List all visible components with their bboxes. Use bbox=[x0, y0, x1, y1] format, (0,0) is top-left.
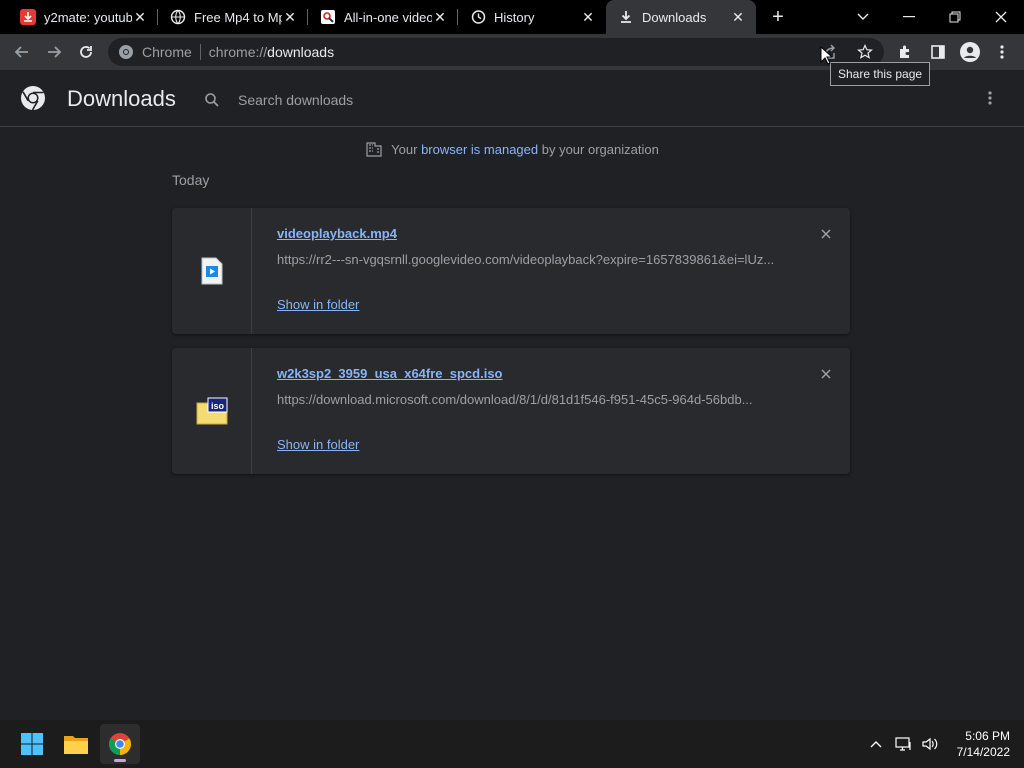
forward-button[interactable] bbox=[40, 38, 68, 66]
arrow-left-icon bbox=[14, 46, 28, 58]
reload-icon bbox=[80, 46, 92, 58]
volume-icon bbox=[922, 737, 938, 751]
close-icon bbox=[821, 369, 831, 379]
chrome-icon bbox=[109, 733, 131, 755]
network-icon bbox=[895, 737, 911, 751]
tab-title: History bbox=[494, 9, 535, 25]
page-title: Downloads bbox=[67, 86, 176, 111]
url-scheme: chrome:// bbox=[208, 44, 268, 60]
managed-link[interactable]: browser is managed bbox=[421, 142, 538, 157]
active-indicator bbox=[114, 759, 126, 762]
star-icon bbox=[857, 44, 873, 59]
tab-history[interactable]: History ✕ bbox=[458, 0, 606, 34]
chevron-down-icon bbox=[857, 13, 869, 20]
clock-date: 7/14/2022 bbox=[956, 745, 1010, 759]
globe-icon bbox=[170, 9, 186, 25]
minimize-icon bbox=[903, 16, 915, 18]
arrow-right-icon bbox=[48, 46, 62, 58]
share-tooltip: Share this page bbox=[830, 62, 931, 86]
puzzle-icon bbox=[900, 45, 909, 58]
building-icon bbox=[366, 142, 382, 157]
url-path: downloads bbox=[267, 44, 335, 60]
side-panel-icon bbox=[931, 45, 945, 59]
address-bar[interactable]: Chrome chrome://downloads bbox=[108, 38, 884, 66]
date-header: Today bbox=[172, 172, 210, 188]
file-name-link[interactable]: w2k3sp2_3959_usa_x64fre_spcd.iso bbox=[277, 366, 503, 381]
back-button[interactable] bbox=[8, 38, 36, 66]
tab-free-mp4[interactable]: Free Mp4 to Mp3 ✕ bbox=[158, 0, 308, 34]
file-url[interactable]: https://rr2---sn-vgqsrnll.googlevideo.co… bbox=[277, 252, 777, 267]
minimize-button[interactable] bbox=[886, 0, 932, 34]
file-icon-cell: iso bbox=[172, 348, 252, 474]
remove-button[interactable] bbox=[816, 364, 836, 384]
tab-title: y2mate: youtube bbox=[44, 9, 132, 25]
close-icon bbox=[821, 229, 831, 239]
show-hidden-icons-button[interactable] bbox=[864, 720, 888, 768]
more-vert-icon bbox=[988, 91, 992, 105]
tab-title: Downloads bbox=[642, 9, 707, 25]
site-icon bbox=[320, 9, 336, 25]
windows-icon bbox=[21, 733, 43, 755]
remove-button[interactable] bbox=[816, 224, 836, 244]
download-item: videoplayback.mp4 https://rr2---sn-vgqsr… bbox=[172, 208, 850, 334]
file-explorer-button[interactable] bbox=[56, 724, 96, 764]
file-url[interactable]: https://download.microsoft.com/download/… bbox=[277, 392, 777, 407]
restore-icon bbox=[949, 11, 961, 23]
mouse-cursor-icon bbox=[820, 46, 832, 65]
search-bar[interactable] bbox=[194, 83, 870, 117]
download-icon bbox=[618, 9, 634, 25]
file-name-link[interactable]: videoplayback.mp4 bbox=[277, 226, 397, 241]
profile-button[interactable] bbox=[956, 38, 984, 66]
chrome-icon bbox=[119, 45, 133, 59]
tab-title: All-in-one video bbox=[344, 9, 432, 25]
folder-icon bbox=[64, 736, 88, 754]
svg-text:iso: iso bbox=[210, 401, 224, 411]
chrome-logo-icon bbox=[21, 86, 45, 111]
iso-file-icon: iso bbox=[196, 397, 227, 425]
tab-downloads[interactable]: Downloads ✕ bbox=[606, 0, 756, 34]
window-close-button[interactable] bbox=[978, 0, 1024, 34]
y2mate-icon bbox=[20, 9, 36, 25]
tab-strip: y2mate: youtube ✕ Free Mp4 to Mp3 ✕ All-… bbox=[0, 0, 1024, 34]
chrome-taskbar-button[interactable] bbox=[100, 724, 140, 764]
managed-notice: Your browser is managed by your organiza… bbox=[0, 140, 1024, 158]
volume-button[interactable] bbox=[918, 720, 942, 768]
search-icon bbox=[205, 93, 219, 107]
new-tab-button[interactable]: + bbox=[766, 5, 790, 29]
video-file-icon bbox=[201, 257, 222, 285]
tab-search-button[interactable] bbox=[840, 0, 886, 34]
chrome-menu-button[interactable] bbox=[988, 38, 1016, 66]
divider bbox=[199, 44, 201, 60]
show-in-folder-link[interactable]: Show in folder bbox=[277, 437, 359, 452]
reload-button[interactable] bbox=[72, 38, 100, 66]
bookmark-button[interactable] bbox=[854, 41, 876, 63]
downloads-menu-button[interactable] bbox=[978, 86, 1002, 110]
close-icon[interactable]: ✕ bbox=[432, 9, 448, 25]
close-icon bbox=[995, 11, 1007, 23]
history-icon bbox=[470, 9, 486, 25]
site-label: Chrome bbox=[142, 44, 192, 60]
restore-button[interactable] bbox=[932, 0, 978, 34]
chevron-up-icon bbox=[870, 741, 882, 748]
start-button[interactable] bbox=[12, 724, 52, 764]
tab-y2mate[interactable]: y2mate: youtube ✕ bbox=[0, 0, 158, 34]
clock-time: 5:06 PM bbox=[965, 729, 1010, 743]
network-button[interactable] bbox=[892, 720, 916, 768]
taskbar: 5:06 PM 7/14/2022 bbox=[0, 720, 1024, 768]
managed-suffix: by your organization bbox=[538, 141, 659, 157]
tab-title: Free Mp4 to Mp3 bbox=[194, 9, 282, 25]
close-icon[interactable]: ✕ bbox=[730, 9, 746, 25]
search-input[interactable] bbox=[236, 91, 796, 109]
more-vert-icon bbox=[1000, 45, 1004, 59]
file-icon-cell bbox=[172, 208, 252, 334]
clock[interactable]: 5:06 PM 7/14/2022 bbox=[940, 728, 1010, 760]
close-icon[interactable]: ✕ bbox=[580, 9, 596, 25]
avatar-icon bbox=[960, 42, 980, 62]
managed-prefix: Your bbox=[391, 141, 422, 157]
show-in-folder-link[interactable]: Show in folder bbox=[277, 297, 359, 312]
tab-all-in-one[interactable]: All-in-one video ✕ bbox=[308, 0, 458, 34]
close-icon[interactable]: ✕ bbox=[282, 9, 298, 25]
close-icon[interactable]: ✕ bbox=[132, 9, 148, 25]
download-item: iso w2k3sp2_3959_usa_x64fre_spcd.iso htt… bbox=[172, 348, 850, 474]
